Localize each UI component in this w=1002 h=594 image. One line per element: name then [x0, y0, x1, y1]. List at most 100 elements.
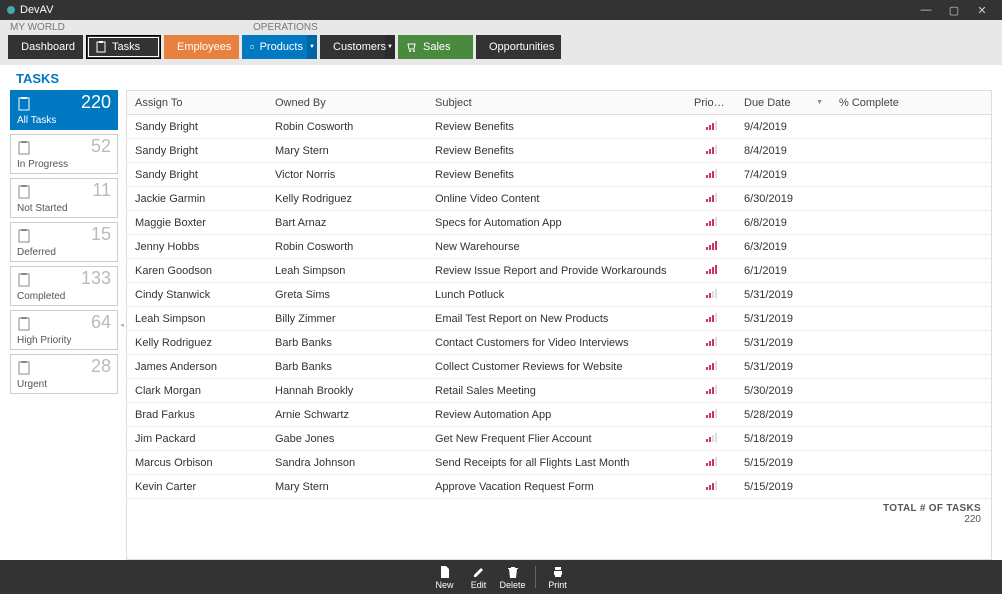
new-button[interactable]: New — [430, 565, 460, 590]
table-row[interactable]: Marcus Orbison Sandra Johnson Send Recei… — [127, 451, 991, 475]
sidebar-label: Not Started — [17, 203, 68, 214]
cell-duedate: 6/30/2019 — [736, 193, 831, 205]
priority-bars-icon — [706, 168, 717, 178]
table-row[interactable]: Sandy Bright Mary Stern Review Benefits … — [127, 139, 991, 163]
sidebar-count: 11 — [92, 180, 111, 201]
nav-customers[interactable]: Customers▼ — [320, 35, 395, 59]
cell-assign: Clark Morgan — [127, 385, 267, 397]
cell-owned: Barb Banks — [267, 337, 427, 349]
splitter-handle[interactable]: ◂ — [118, 90, 126, 560]
edit-button[interactable]: Edit — [464, 565, 494, 590]
cell-owned: Mary Stern — [267, 145, 427, 157]
cell-assign: Jenny Hobbs — [127, 241, 267, 253]
clipboard-clock-icon — [16, 184, 32, 200]
priority-bars-icon — [706, 456, 717, 466]
nav-opportunities[interactable]: Opportunities — [476, 35, 561, 59]
table-row[interactable]: Jackie Garmin Kelly Rodriguez Online Vid… — [127, 187, 991, 211]
cell-duedate: 5/31/2019 — [736, 337, 831, 349]
table-row[interactable]: Clark Morgan Hannah Brookly Retail Sales… — [127, 379, 991, 403]
cell-priority — [686, 336, 736, 349]
cell-assign: Sandy Bright — [127, 145, 267, 157]
sidebar-item-high-priority[interactable]: 64 High Priority — [10, 310, 118, 350]
table-row[interactable]: Jenny Hobbs Robin Cosworth New Warehours… — [127, 235, 991, 259]
sidebar-count: 15 — [91, 224, 111, 245]
cell-assign: Sandy Bright — [127, 121, 267, 133]
table-row[interactable]: Sandy Bright Robin Cosworth Review Benef… — [127, 115, 991, 139]
table-row[interactable]: Kevin Carter Mary Stern Approve Vacation… — [127, 475, 991, 499]
cell-priority — [686, 144, 736, 157]
cell-assign: James Anderson — [127, 361, 267, 373]
sidebar-label: High Priority — [17, 335, 71, 346]
sidebar-count: 52 — [91, 136, 111, 157]
table-row[interactable]: Karen Goodson Leah Simpson Review Issue … — [127, 259, 991, 283]
cell-subject: Review Automation App — [427, 409, 686, 421]
cell-subject: New Warehourse — [427, 241, 686, 253]
cell-assign: Sandy Bright — [127, 169, 267, 181]
priority-bars-icon — [706, 264, 717, 274]
col-pct[interactable]: % Complete — [831, 97, 991, 109]
edit-icon — [472, 565, 486, 579]
sidebar-item-all-tasks[interactable]: 220 All Tasks — [10, 90, 118, 130]
col-assign[interactable]: Assign To — [127, 97, 267, 109]
table-row[interactable]: Sandy Bright Victor Norris Review Benefi… — [127, 163, 991, 187]
cell-priority — [686, 384, 736, 397]
nav-products[interactable]: Products▼ — [242, 35, 317, 59]
window-minimize-button[interactable]: — — [912, 4, 940, 16]
cell-duedate: 5/18/2019 — [736, 433, 831, 445]
chevron-down-icon[interactable]: ▼ — [385, 35, 395, 59]
nav-sales[interactable]: Sales — [398, 35, 473, 59]
cell-subject: Review Benefits — [427, 169, 686, 181]
cell-assign: Cindy Stanwick — [127, 289, 267, 301]
sidebar: 220 All Tasks 52 In Progress 11 Not Star… — [10, 90, 118, 560]
cell-duedate: 5/31/2019 — [736, 361, 831, 373]
sidebar-item-deferred[interactable]: 15 Deferred — [10, 222, 118, 262]
sidebar-item-not-started[interactable]: 11 Not Started — [10, 178, 118, 218]
nav-employees[interactable]: Employees — [164, 35, 239, 59]
table-row[interactable]: Jim Packard Gabe Jones Get New Frequent … — [127, 427, 991, 451]
col-owned[interactable]: Owned By — [267, 97, 427, 109]
cell-subject: Contact Customers for Video Interviews — [427, 337, 686, 349]
app-title: DevAV — [20, 4, 53, 16]
cell-assign: Kelly Rodriguez — [127, 337, 267, 349]
col-priority[interactable]: Priority — [686, 97, 736, 109]
col-subject[interactable]: Subject — [427, 97, 686, 109]
cell-duedate: 6/1/2019 — [736, 265, 831, 277]
cell-owned: Barb Banks — [267, 361, 427, 373]
tasks-grid: Assign To Owned By Subject Priority Due … — [126, 90, 992, 560]
cell-subject: Email Test Report on New Products — [427, 313, 686, 325]
products-icon — [250, 41, 255, 53]
cell-priority — [686, 192, 736, 205]
table-row[interactable]: Cindy Stanwick Greta Sims Lunch Potluck … — [127, 283, 991, 307]
cell-priority — [686, 456, 736, 469]
priority-bars-icon — [706, 432, 717, 442]
nav-dashboard[interactable]: Dashboard — [8, 35, 83, 59]
priority-bars-icon — [706, 408, 717, 418]
cell-priority — [686, 168, 736, 181]
sidebar-item-urgent[interactable]: 28 Urgent — [10, 354, 118, 394]
col-duedate[interactable]: Due Date▼ — [736, 97, 831, 109]
clipboard-icon — [16, 96, 32, 112]
sidebar-item-in-progress[interactable]: 52 In Progress — [10, 134, 118, 174]
delete-button[interactable]: Delete — [498, 565, 528, 590]
cell-subject: Send Receipts for all Flights Last Month — [427, 457, 686, 469]
cell-assign: Jackie Garmin — [127, 193, 267, 205]
table-row[interactable]: Kelly Rodriguez Barb Banks Contact Custo… — [127, 331, 991, 355]
table-row[interactable]: James Anderson Barb Banks Collect Custom… — [127, 355, 991, 379]
table-row[interactable]: Leah Simpson Billy Zimmer Email Test Rep… — [127, 307, 991, 331]
table-row[interactable]: Brad Farkus Arnie Schwartz Review Automa… — [127, 403, 991, 427]
cell-priority — [686, 288, 736, 301]
nav-tasks[interactable]: Tasks — [86, 35, 161, 59]
sidebar-item-completed[interactable]: 133 Completed — [10, 266, 118, 306]
cell-priority — [686, 216, 736, 229]
table-row[interactable]: Maggie Boxter Bart Arnaz Specs for Autom… — [127, 211, 991, 235]
priority-bars-icon — [706, 312, 717, 322]
window-close-button[interactable]: ✕ — [968, 4, 996, 17]
clipboard-up-icon — [16, 316, 32, 332]
print-button[interactable]: Print — [543, 565, 573, 590]
window-maximize-button[interactable]: ▢ — [940, 4, 968, 17]
cell-subject: Collect Customer Reviews for Website — [427, 361, 686, 373]
chevron-down-icon[interactable]: ▼ — [307, 35, 317, 59]
cell-subject: Review Benefits — [427, 145, 686, 157]
cell-duedate: 9/4/2019 — [736, 121, 831, 133]
sidebar-count: 133 — [81, 268, 111, 289]
